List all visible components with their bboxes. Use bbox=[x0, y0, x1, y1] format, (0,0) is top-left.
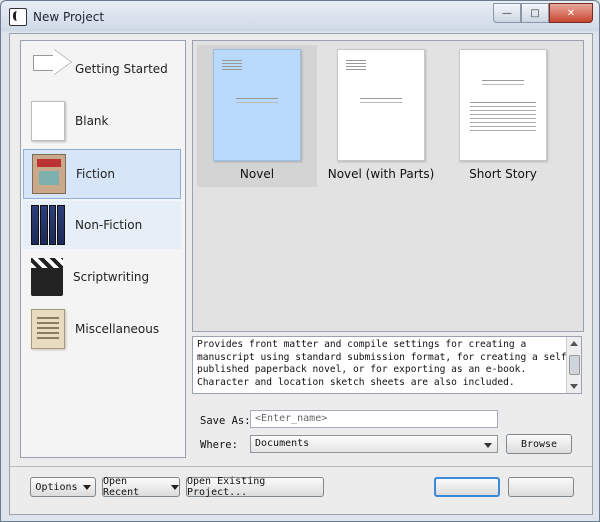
maximize-icon: □ bbox=[530, 7, 540, 19]
new-project-window: New Project — □ ✕ Getting Started Blank … bbox=[0, 0, 600, 522]
save-as-input[interactable]: <Enter_name> bbox=[250, 410, 498, 428]
where-label: Where: bbox=[200, 439, 238, 451]
scroll-up-icon[interactable] bbox=[570, 341, 578, 346]
close-button[interactable]: ✕ bbox=[549, 3, 593, 23]
template-description: Provides front matter and compile settin… bbox=[192, 336, 582, 394]
description-line: Character and location sketch sheets are… bbox=[197, 376, 515, 388]
template-label: Short Story bbox=[469, 167, 537, 181]
options-button[interactable]: Options bbox=[30, 477, 96, 497]
books-icon bbox=[31, 205, 65, 245]
description-line: published paperback novel, or for export… bbox=[197, 364, 527, 375]
category-label: Getting Started bbox=[75, 62, 168, 76]
maximize-button[interactable]: □ bbox=[521, 3, 549, 23]
category-getting-started[interactable]: Getting Started bbox=[23, 45, 181, 93]
minimize-button[interactable]: — bbox=[493, 3, 521, 23]
template-novel-with-parts[interactable]: Novel (with Parts) bbox=[321, 45, 441, 187]
category-label: Blank bbox=[75, 114, 109, 128]
notes-icon bbox=[31, 309, 65, 349]
chevron-down-icon bbox=[82, 484, 91, 490]
template-label: Novel (with Parts) bbox=[327, 167, 435, 181]
open-existing-project-button[interactable]: Open Existing Project... bbox=[186, 476, 324, 498]
fiction-book-icon bbox=[32, 154, 66, 194]
description-line: Provides front matter and compile settin… bbox=[197, 339, 527, 350]
category-label: Miscellaneous bbox=[75, 322, 160, 336]
category-label: Fiction bbox=[76, 167, 115, 181]
minimize-icon: — bbox=[502, 7, 512, 19]
template-short-story[interactable]: Short Story bbox=[443, 45, 563, 187]
category-fiction[interactable]: Fiction bbox=[23, 149, 181, 199]
cancel-button[interactable] bbox=[508, 477, 574, 497]
category-scriptwriting[interactable]: Scriptwriting bbox=[23, 253, 181, 301]
blank-page-icon bbox=[31, 101, 65, 141]
scroll-down-icon[interactable] bbox=[570, 384, 578, 389]
description-scrollbar[interactable] bbox=[566, 337, 581, 393]
category-label: Scriptwriting bbox=[73, 270, 150, 284]
close-icon: ✕ bbox=[566, 7, 576, 19]
dialog-body: Getting Started Blank Fiction Non-Fictio… bbox=[9, 33, 593, 515]
category-blank[interactable]: Blank bbox=[23, 97, 181, 145]
clapperboard-icon bbox=[31, 258, 63, 296]
template-gallery: Novel Novel (with Parts) Short Story bbox=[192, 40, 584, 332]
browse-button[interactable]: Browse bbox=[506, 434, 572, 454]
where-select[interactable]: Documents bbox=[250, 435, 498, 453]
save-as-label: Save As: bbox=[200, 415, 251, 427]
category-miscellaneous[interactable]: Miscellaneous bbox=[23, 305, 181, 353]
template-thumbnail bbox=[337, 49, 425, 161]
category-list: Getting Started Blank Fiction Non-Fictio… bbox=[20, 40, 186, 458]
category-non-fiction[interactable]: Non-Fiction bbox=[23, 201, 181, 249]
chevron-down-icon bbox=[484, 443, 492, 448]
template-label: Novel bbox=[239, 167, 275, 181]
open-recent-label: Open Recent bbox=[103, 476, 140, 498]
template-thumbnail bbox=[213, 49, 301, 161]
open-recent-button[interactable]: Open Recent bbox=[102, 476, 180, 498]
template-novel[interactable]: Novel bbox=[197, 45, 317, 187]
template-thumbnail bbox=[459, 49, 547, 161]
chevron-down-icon bbox=[171, 484, 179, 490]
footer-separator bbox=[10, 466, 592, 467]
app-icon bbox=[9, 8, 27, 26]
caption-buttons: — □ ✕ bbox=[493, 3, 593, 23]
title-bar[interactable]: New Project — □ ✕ bbox=[1, 1, 599, 33]
where-value: Documents bbox=[255, 438, 310, 449]
arrow-icon bbox=[31, 49, 65, 89]
scroll-thumb[interactable] bbox=[569, 355, 580, 375]
window-title: New Project bbox=[33, 10, 105, 24]
category-label: Non-Fiction bbox=[75, 218, 143, 232]
description-line: manuscript using standard submission for… bbox=[197, 351, 573, 363]
options-label: Options bbox=[35, 481, 78, 493]
create-button[interactable] bbox=[434, 477, 500, 497]
